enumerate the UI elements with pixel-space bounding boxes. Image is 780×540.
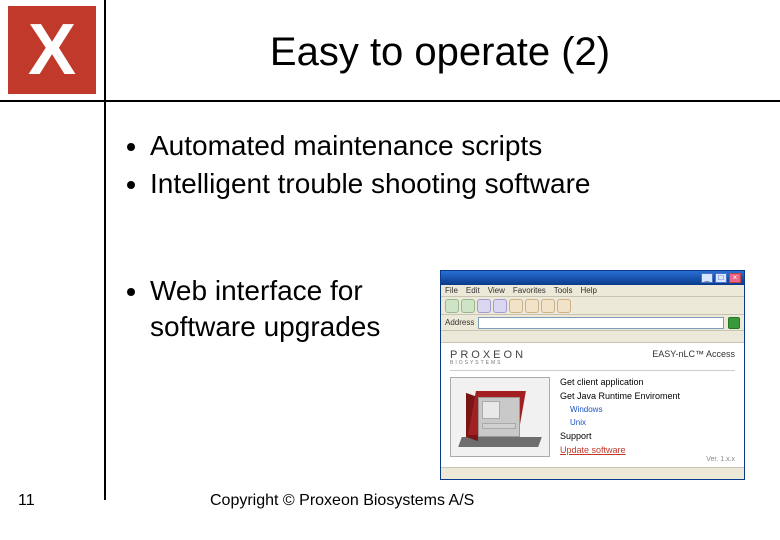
search-icon: [525, 299, 539, 313]
go-icon: [728, 317, 740, 329]
copyright-text: Copyright © Proxeon Biosystems A/S: [210, 492, 474, 510]
link-support: Support: [560, 431, 680, 441]
menu-file: File: [445, 286, 458, 295]
menu-tools: Tools: [554, 286, 573, 295]
refresh-icon: [493, 299, 507, 313]
link-update-software: Update software: [560, 445, 680, 455]
title-divider: [0, 100, 780, 102]
menu-edit: Edit: [466, 286, 480, 295]
logo: X: [8, 6, 96, 94]
favorites-icon: [541, 299, 555, 313]
embedded-browser-screenshot: _ □ × File Edit View Favorites Tools Hel…: [440, 270, 745, 480]
browser-menubar: File Edit View Favorites Tools Help: [441, 285, 744, 297]
browser-linksbar: [441, 331, 744, 343]
minimize-icon: _: [701, 273, 713, 283]
download-links: Get client application Get Java Runtime …: [560, 377, 680, 457]
browser-statusbar: [441, 467, 744, 479]
logo-letter: X: [28, 14, 76, 86]
link-windows: Windows: [560, 405, 680, 414]
version-text: Ver. 1.x.x: [706, 456, 735, 463]
link-get-jre: Get Java Runtime Enviroment: [560, 391, 680, 401]
stop-icon: [477, 299, 491, 313]
vertical-divider: [104, 0, 106, 500]
close-icon: ×: [729, 273, 741, 283]
slide-title: Easy to operate (2): [110, 12, 770, 92]
page-number: 11: [18, 492, 35, 510]
history-icon: [557, 299, 571, 313]
address-field: [478, 317, 724, 329]
menu-view: View: [488, 286, 505, 295]
forward-icon: [461, 299, 475, 313]
browser-titlebar: _ □ ×: [441, 271, 744, 285]
menu-favorites: Favorites: [513, 286, 546, 295]
menu-help: Help: [580, 286, 596, 295]
home-icon: [509, 299, 523, 313]
device-image: [450, 377, 550, 457]
back-icon: [445, 299, 459, 313]
browser-toolbar: [441, 297, 744, 315]
window-buttons: _ □ ×: [701, 273, 741, 283]
content-divider: [450, 370, 735, 371]
bullet-item: Intelligent trouble shooting software: [150, 166, 760, 202]
browser-addressbar: Address: [441, 315, 744, 331]
slide: X Easy to operate (2) Automated maintena…: [0, 0, 780, 540]
address-label: Address: [445, 318, 474, 327]
maximize-icon: □: [715, 273, 727, 283]
link-get-client: Get client application: [560, 377, 680, 387]
browser-page-content: PROXEON BIOSYSTEMS EASY-nLC™ Access: [442, 343, 743, 467]
bullet-item: Web interface for software upgrades: [150, 273, 450, 346]
link-unix: Unix: [560, 418, 680, 427]
bullet-item: Automated maintenance scripts: [150, 128, 760, 164]
product-name: EASY-nLC™ Access: [652, 349, 735, 359]
